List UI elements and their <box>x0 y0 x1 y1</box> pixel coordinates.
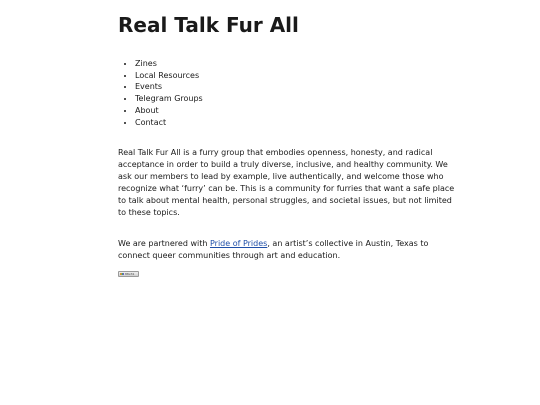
nav-link-contact[interactable]: Contact <box>135 118 166 127</box>
partner-text-before: We are partnered with <box>118 239 210 249</box>
page: Real Talk Fur All Zines Local Resources … <box>0 0 540 405</box>
intro-line: ask our members to lead by example, live… <box>118 172 444 182</box>
nav-item-local-resources: Local Resources <box>135 70 428 82</box>
webring-badge[interactable]: 88x31 <box>118 271 139 278</box>
nav-item-about: About <box>135 105 428 117</box>
nav-item-events: Events <box>135 81 428 93</box>
intro-line: Real Talk Fur All is a furry group that … <box>118 148 433 158</box>
nav-link-zines[interactable]: Zines <box>135 59 157 68</box>
intro-paragraph: Real Talk Fur All is a furry group that … <box>118 147 455 219</box>
intro-line: to these topics. <box>118 208 180 218</box>
nav-menu: Zines Local Resources Events Telegram Gr… <box>118 58 428 128</box>
nav-link-about[interactable]: About <box>135 106 159 115</box>
partner-line-2: connect queer communities through art an… <box>118 251 341 261</box>
rainbow-icon <box>120 273 124 276</box>
pride-of-prides-link[interactable]: Pride of Prides <box>210 239 267 248</box>
intro-line: acceptance in order to build a truly div… <box>118 160 448 170</box>
intro-line: to talk about mental health, personal st… <box>118 196 452 206</box>
nav-link-telegram-groups[interactable]: Telegram Groups <box>135 94 203 103</box>
nav-link-local-resources[interactable]: Local Resources <box>135 71 199 80</box>
main-content: Real Talk Fur All Zines Local Resources … <box>118 12 455 281</box>
nav-item-zines: Zines <box>135 58 428 70</box>
partner-text-after: , an artist’s collective in Austin, Texa… <box>267 239 429 249</box>
partner-line: We are partnered with Pride of Prides, a… <box>118 238 428 250</box>
nav-link-events[interactable]: Events <box>135 82 162 91</box>
intro-line: recognize what ‘furry’ can be. This is a… <box>118 184 455 194</box>
partner-paragraph: We are partnered with Pride of Prides, a… <box>118 238 428 262</box>
site-title: Real Talk Fur All <box>118 13 299 37</box>
nav-item-telegram-groups: Telegram Groups <box>135 93 428 105</box>
nav-item-contact: Contact <box>135 117 428 129</box>
badge-label: 88x31 <box>125 272 135 277</box>
